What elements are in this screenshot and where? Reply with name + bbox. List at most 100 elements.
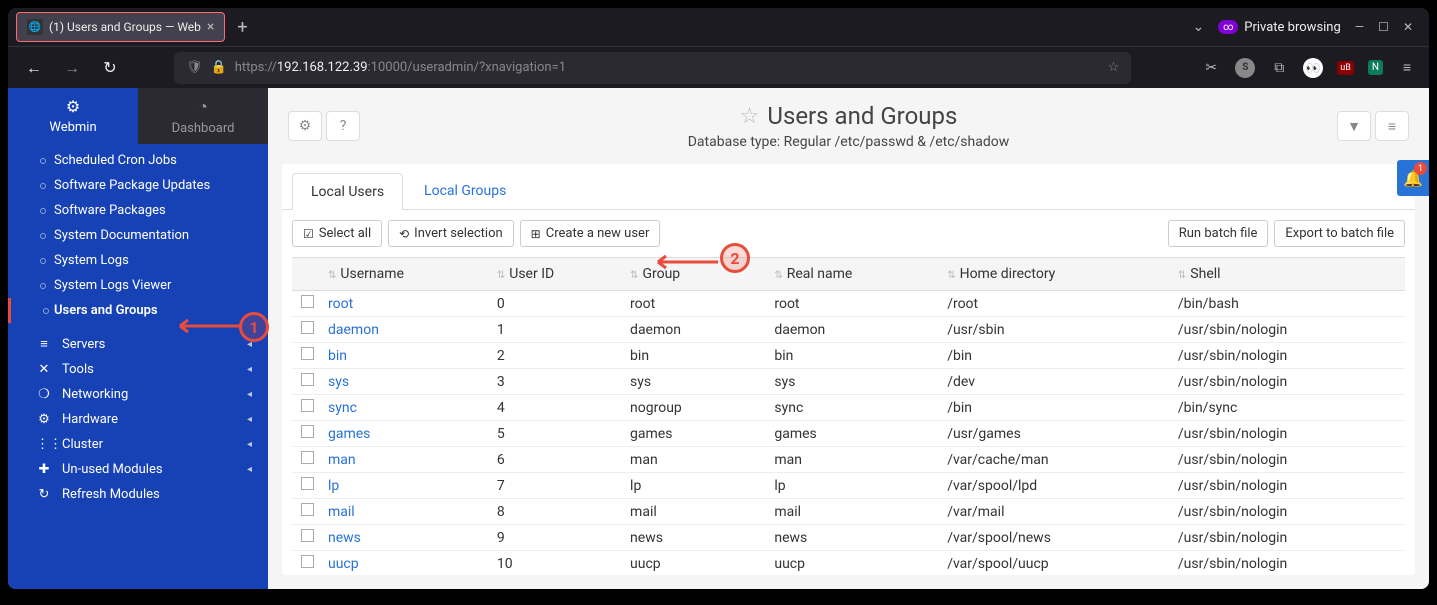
tab-local-groups[interactable]: Local Groups	[405, 172, 525, 209]
userid-cell: 9	[491, 525, 624, 551]
extensions-icon[interactable]: ⧉	[1269, 58, 1289, 78]
username-cell[interactable]: sys	[322, 369, 491, 395]
menu-icon[interactable]: ≡	[1397, 58, 1417, 78]
row-checkbox[interactable]	[301, 503, 314, 516]
export-batch-button[interactable]: Export to batch file	[1274, 220, 1405, 247]
sort-icon: ⇅	[1178, 270, 1186, 281]
list-button[interactable]: ≡	[1375, 111, 1409, 141]
sidebar-category-servers[interactable]: ≡Servers◂	[8, 331, 268, 357]
group-cell: mail	[624, 499, 768, 525]
column-header-username[interactable]: ⇅Username	[322, 258, 491, 291]
chevron-down-icon[interactable]: ⌄	[1193, 19, 1205, 35]
url-input[interactable]: 🛡 🔒 https://192.168.122.39:10000/useradm…	[174, 52, 1131, 84]
filter-button[interactable]: ▼	[1337, 111, 1371, 141]
sidebar-category-un-used-modules[interactable]: ✚Un-used Modules◂	[8, 457, 268, 482]
new-tab-button[interactable]: +	[237, 17, 247, 38]
shell-cell: /usr/sbin/nologin	[1172, 473, 1405, 499]
row-checkbox[interactable]	[301, 347, 314, 360]
username-link[interactable]: daemon	[328, 322, 379, 338]
table-row: games5gamesgames/usr/games/usr/sbin/nolo…	[292, 421, 1405, 447]
maximize-button[interactable]: ☐	[1378, 20, 1389, 34]
username-cell[interactable]: daemon	[322, 317, 491, 343]
sidebar-tab-dashboard[interactable]: ◔ Dashboard	[138, 88, 268, 144]
column-header-real-name[interactable]: ⇅Real name	[768, 258, 941, 291]
sidebar-category-tools[interactable]: ✕Tools◂	[8, 357, 268, 382]
column-header-group[interactable]: ⇅Group	[624, 258, 768, 291]
username-cell[interactable]: mail	[322, 499, 491, 525]
sidebar-category-networking[interactable]: ❍Networking◂	[8, 382, 268, 407]
sidebar-item-system-documentation[interactable]: System Documentation	[8, 223, 268, 248]
minimize-button[interactable]: —	[1355, 20, 1364, 34]
username-cell[interactable]: root	[322, 291, 491, 317]
username-link[interactable]: lp	[328, 478, 339, 494]
sidebar-category-refresh-modules[interactable]: ↻Refresh Modules	[8, 482, 268, 507]
back-button[interactable]: ←	[20, 54, 48, 82]
row-checkbox[interactable]	[301, 399, 314, 412]
username-link[interactable]: mail	[328, 504, 355, 520]
row-checkbox[interactable]	[301, 425, 314, 438]
reload-button[interactable]: ↻	[96, 54, 124, 82]
sidebar-item-software-packages[interactable]: Software Packages	[8, 198, 268, 223]
username-cell[interactable]: sync	[322, 395, 491, 421]
tab-label: Local Users	[311, 184, 384, 200]
sidebar-category-cluster[interactable]: ⋮⋮Cluster◂	[8, 432, 268, 457]
run-batch-button[interactable]: Run batch file	[1168, 220, 1269, 247]
bookmark-star-icon[interactable]: ☆	[1108, 60, 1120, 75]
username-link[interactable]: sys	[328, 374, 349, 390]
username-cell[interactable]: news	[322, 525, 491, 551]
extension-eyes-icon[interactable]: 👀	[1303, 58, 1323, 78]
username-link[interactable]: man	[328, 452, 356, 468]
sidebar-item-system-logs[interactable]: System Logs	[8, 248, 268, 273]
forward-button[interactable]: →	[58, 54, 86, 82]
row-checkbox[interactable]	[301, 451, 314, 464]
row-checkbox[interactable]	[301, 295, 314, 308]
sidebar-category-label: Cluster	[62, 437, 103, 452]
extension-s-icon[interactable]: S	[1235, 58, 1255, 78]
hardware-icon: ⚙	[36, 412, 52, 427]
invert-selection-button[interactable]: ⟲Invert selection	[388, 220, 514, 247]
tab-local-users[interactable]: Local Users	[292, 173, 403, 210]
extension-n-icon[interactable]: N	[1368, 60, 1383, 75]
row-checkbox[interactable]	[301, 529, 314, 542]
sidebar-item-label: Software Package Updates	[54, 178, 210, 193]
tab-title: (1) Users and Groups — Web	[49, 20, 201, 34]
username-cell[interactable]: lp	[322, 473, 491, 499]
select-all-button[interactable]: ☑Select all	[292, 220, 382, 247]
sidebar-item-scheduled-cron-jobs[interactable]: Scheduled Cron Jobs	[8, 148, 268, 173]
username-cell[interactable]: bin	[322, 343, 491, 369]
group-cell: lp	[624, 473, 768, 499]
sidebar-item-software-package-updates[interactable]: Software Package Updates	[8, 173, 268, 198]
sidebar-category-hardware[interactable]: ⚙Hardware◂	[8, 407, 268, 432]
row-checkbox[interactable]	[301, 321, 314, 334]
username-link[interactable]: news	[328, 530, 361, 546]
column-header-user-id[interactable]: ⇅User ID	[491, 258, 624, 291]
username-cell[interactable]: uucp	[322, 551, 491, 576]
create-user-button[interactable]: ⊞Create a new user	[520, 220, 661, 247]
extension-ublock-icon[interactable]: uB	[1337, 61, 1354, 75]
settings-button[interactable]: ⚙	[288, 111, 322, 141]
row-checkbox[interactable]	[301, 555, 314, 568]
username-link[interactable]: root	[328, 296, 353, 312]
row-checkbox[interactable]	[301, 373, 314, 386]
star-icon[interactable]: ☆	[740, 104, 760, 129]
row-checkbox[interactable]	[301, 477, 314, 490]
username-link[interactable]: games	[328, 426, 370, 442]
extension-icon[interactable]: ✂	[1201, 58, 1221, 78]
username-link[interactable]: sync	[328, 400, 357, 416]
sidebar-tab-webmin[interactable]: ⚙ Webmin	[8, 88, 138, 144]
username-cell[interactable]: man	[322, 447, 491, 473]
notification-bell[interactable]: 🔔 1	[1397, 160, 1429, 196]
username-link[interactable]: bin	[328, 348, 347, 364]
chevron-left-icon: ◂	[247, 339, 252, 350]
browser-tab[interactable]: 🌐 (1) Users and Groups — Web ×	[16, 12, 225, 42]
username-cell[interactable]: games	[322, 421, 491, 447]
close-tab-icon[interactable]: ×	[207, 19, 214, 35]
help-button[interactable]: ?	[326, 111, 360, 141]
column-header-home-directory[interactable]: ⇅Home directory	[941, 258, 1172, 291]
sidebar-item-users-and-groups[interactable]: Users and Groups	[8, 298, 268, 323]
column-header-shell[interactable]: ⇅Shell	[1172, 258, 1405, 291]
username-link[interactable]: uucp	[328, 556, 359, 572]
sidebar-category-label: Tools	[62, 362, 94, 377]
sidebar-item-system-logs-viewer[interactable]: System Logs Viewer	[8, 273, 268, 298]
close-window-button[interactable]: ✕	[1403, 20, 1413, 34]
